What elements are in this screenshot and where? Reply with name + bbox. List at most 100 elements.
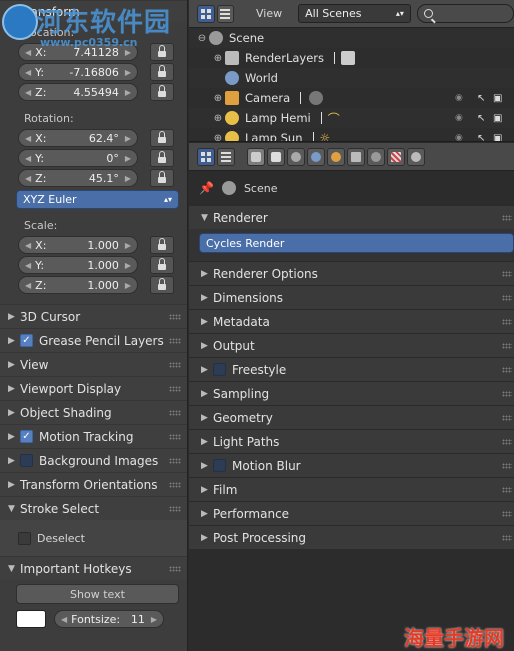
- panel-viewport-display[interactable]: ▶ Viewport Display: [0, 376, 187, 400]
- checkbox-unchecked-icon[interactable]: [213, 459, 226, 472]
- world-tab-icon[interactable]: [307, 147, 325, 166]
- drag-grip-icon[interactable]: [502, 463, 512, 469]
- outliner-item-lamp-sun[interactable]: ⊕ Lamp Sun ☼ ◉ ↖ ▣: [189, 128, 514, 142]
- lock-icon[interactable]: [150, 256, 174, 274]
- rotation-z-field[interactable]: ◀ Z: 45.1° ▶: [18, 169, 138, 187]
- collapse-menu-icon[interactable]: [217, 147, 235, 166]
- scale-x-field[interactable]: ◀ X: 1.000 ▶: [18, 236, 138, 254]
- drag-grip-icon[interactable]: [502, 271, 512, 277]
- expand-icon[interactable]: ⊕: [211, 113, 225, 124]
- rotation-x-field[interactable]: ◀ X: 62.4° ▶: [18, 129, 138, 147]
- show-text-button[interactable]: Show text: [16, 584, 179, 604]
- panel-renderer-options[interactable]: ▶ Renderer Options: [189, 261, 514, 285]
- physics-tab-icon[interactable]: [407, 147, 425, 166]
- decrement-arrow-icon[interactable]: ◀: [25, 174, 31, 183]
- location-z-field[interactable]: ◀ Z: 4.55494 ▶: [18, 83, 138, 101]
- expand-icon[interactable]: ⊕: [211, 133, 225, 142]
- increment-arrow-icon[interactable]: ▶: [125, 154, 131, 163]
- increment-arrow-icon[interactable]: ▶: [125, 134, 131, 143]
- increment-arrow-icon[interactable]: ▶: [125, 68, 131, 77]
- panel-post-processing[interactable]: ▶ Post Processing: [189, 525, 514, 549]
- panel-geometry[interactable]: ▶ Geometry: [189, 405, 514, 429]
- decrement-arrow-icon[interactable]: ◀: [25, 281, 31, 290]
- increment-arrow-icon[interactable]: ▶: [125, 88, 131, 97]
- outliner-item-camera[interactable]: ⊕ Camera ◉ ↖ ▣: [189, 88, 514, 108]
- collapse-menu-icon[interactable]: [216, 4, 234, 23]
- lock-icon[interactable]: [150, 169, 174, 187]
- drag-grip-icon[interactable]: [169, 506, 181, 512]
- drag-grip-icon[interactable]: [169, 362, 181, 368]
- panel-film[interactable]: ▶ Film: [189, 477, 514, 501]
- increment-arrow-icon[interactable]: ▶: [125, 281, 131, 290]
- drag-grip-icon[interactable]: [502, 439, 512, 445]
- panel-freestyle[interactable]: ▶ Freestyle: [189, 357, 514, 381]
- increment-arrow-icon[interactable]: ▶: [125, 174, 131, 183]
- drag-grip-icon[interactable]: [502, 343, 512, 349]
- rotation-y-field[interactable]: ◀ Y: 0° ▶: [18, 149, 138, 167]
- outliner-item-renderlayers[interactable]: ⊕ RenderLayers: [189, 48, 514, 68]
- rotation-mode-select[interactable]: XYZ Euler ▴▾: [16, 190, 179, 209]
- panel-stroke-select[interactable]: ▼ Stroke Select: [0, 496, 187, 520]
- selectable-cursor-icon[interactable]: ↖: [477, 113, 485, 124]
- data-tab-icon[interactable]: [367, 147, 385, 166]
- lock-icon[interactable]: [150, 236, 174, 254]
- expand-icon[interactable]: ⊕: [211, 93, 225, 104]
- panel-3d-cursor[interactable]: ▶ 3D Cursor: [0, 304, 187, 328]
- decrement-arrow-icon[interactable]: ◀: [25, 154, 31, 163]
- outliner-search-input[interactable]: [416, 4, 514, 23]
- increment-arrow-icon[interactable]: ▶: [151, 615, 157, 624]
- checkbox-checked-icon[interactable]: ✓: [20, 430, 33, 443]
- texture-tab-icon[interactable]: [387, 147, 405, 166]
- panel-performance[interactable]: ▶ Performance: [189, 501, 514, 525]
- panel-metadata[interactable]: ▶ Metadata: [189, 309, 514, 333]
- panel-important-hotkeys[interactable]: ▼ Important Hotkeys: [0, 556, 187, 580]
- panel-view[interactable]: ▶ View: [0, 352, 187, 376]
- drag-grip-icon[interactable]: [169, 482, 181, 488]
- checkbox-unchecked-icon[interactable]: [20, 454, 33, 467]
- location-y-field[interactable]: ◀ Y: -7.16806 ▶: [18, 63, 138, 81]
- decrement-arrow-icon[interactable]: ◀: [25, 241, 31, 250]
- drag-grip-icon[interactable]: [502, 415, 512, 421]
- decrement-arrow-icon[interactable]: ◀: [25, 48, 31, 57]
- decrement-arrow-icon[interactable]: ◀: [25, 88, 31, 97]
- outliner-item-lamp-hemi[interactable]: ⊕ Lamp Hemi ⌒ ◉ ↖ ▣: [189, 108, 514, 128]
- drag-grip-icon[interactable]: [169, 458, 181, 464]
- render-camera-icon[interactable]: ▣: [493, 133, 502, 142]
- scale-y-field[interactable]: ◀ Y: 1.000 ▶: [18, 256, 138, 274]
- drag-grip-icon[interactable]: [502, 295, 512, 301]
- drag-grip-icon[interactable]: [502, 511, 512, 517]
- drag-grip-icon[interactable]: [169, 566, 181, 572]
- drag-grip-icon[interactable]: [169, 314, 181, 320]
- decrement-arrow-icon[interactable]: ◀: [25, 134, 31, 143]
- fontsize-field[interactable]: ◀ Fontsize: 11 ▶: [54, 610, 164, 628]
- lock-icon[interactable]: [150, 129, 174, 147]
- drag-grip-icon[interactable]: [169, 338, 181, 344]
- render-tab-camera-icon[interactable]: [247, 147, 265, 166]
- visibility-eye-icon[interactable]: ◉: [455, 113, 463, 123]
- lock-icon[interactable]: [150, 63, 174, 81]
- drag-grip-icon[interactable]: [502, 319, 512, 325]
- object-tab-icon[interactable]: [327, 147, 345, 166]
- panel-output[interactable]: ▶ Output: [189, 333, 514, 357]
- panel-motion-tracking[interactable]: ▶ ✓ Motion Tracking: [0, 424, 187, 448]
- decrement-arrow-icon[interactable]: ◀: [25, 261, 31, 270]
- drag-grip-icon[interactable]: [169, 434, 181, 440]
- selectable-cursor-icon[interactable]: ↖: [477, 133, 485, 142]
- panel-renderer[interactable]: ▼ Renderer: [189, 205, 514, 229]
- increment-arrow-icon[interactable]: ▶: [125, 241, 131, 250]
- selectable-cursor-icon[interactable]: ↖: [477, 93, 485, 104]
- deselect-row[interactable]: Deselect: [0, 520, 187, 556]
- decrement-arrow-icon[interactable]: ◀: [25, 68, 31, 77]
- drag-grip-icon[interactable]: [502, 215, 512, 221]
- drag-grip-icon[interactable]: [502, 391, 512, 397]
- collapse-icon[interactable]: ⊖: [195, 33, 209, 44]
- panel-transform-orientations[interactable]: ▶ Transform Orientations: [0, 472, 187, 496]
- panel-dimensions[interactable]: ▶ Dimensions: [189, 285, 514, 309]
- panel-object-shading[interactable]: ▶ Object Shading: [0, 400, 187, 424]
- render-layers-tab-icon[interactable]: [267, 147, 285, 166]
- increment-arrow-icon[interactable]: ▶: [125, 261, 131, 270]
- visibility-eye-icon[interactable]: ◉: [455, 93, 463, 103]
- scene-tab-icon[interactable]: [287, 147, 305, 166]
- constraints-tab-icon[interactable]: [347, 147, 365, 166]
- checkbox-checked-icon[interactable]: ✓: [20, 334, 33, 347]
